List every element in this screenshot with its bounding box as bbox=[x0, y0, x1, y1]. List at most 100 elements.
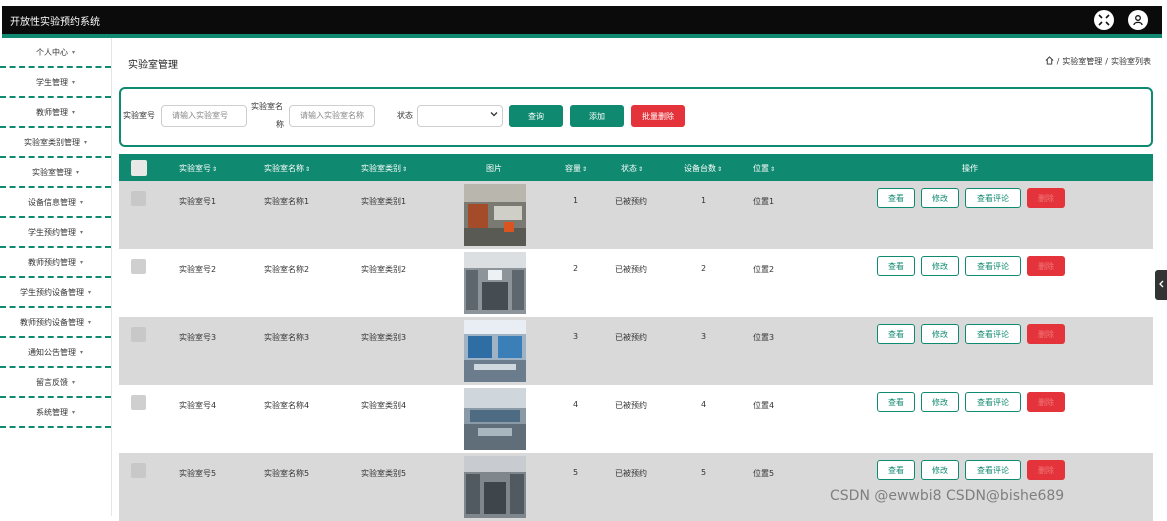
cell-capacity: 2 bbox=[573, 264, 579, 273]
lab-no-input[interactable]: 请输入实验室号 bbox=[161, 105, 247, 127]
view-button[interactable]: 查看 bbox=[877, 324, 915, 344]
sidebar: 个人中心 ▾ 学生管理 ▾ 教师管理 ▾ 实验室类别管理 ▾ 实验室管理 ▾ 设备信息管理… bbox=[0, 38, 112, 516]
edit-button[interactable]: 修改 bbox=[921, 188, 959, 208]
sidebar-item-labs[interactable]: 实验室管理 ▾ bbox=[0, 158, 111, 188]
sidebar-item-label: 学生管理 bbox=[35, 77, 68, 87]
sidebar-item-label: 通知公告管理 bbox=[27, 347, 76, 357]
delete-button[interactable]: 删除 bbox=[1027, 256, 1065, 276]
cell-category: 实验室类别3 bbox=[361, 333, 407, 342]
cell-lab-name: 实验室名称5 bbox=[264, 469, 310, 478]
cell-device-count: 2 bbox=[701, 264, 707, 273]
delete-button[interactable]: 删除 bbox=[1027, 392, 1065, 412]
sidebar-item-label: 教师预约管理 bbox=[27, 257, 76, 267]
cell-capacity: 5 bbox=[573, 468, 579, 477]
column-header-category[interactable]: 实验室类别⇕ bbox=[361, 163, 407, 174]
edit-button[interactable]: 修改 bbox=[921, 324, 959, 344]
sidebar-item-equipment[interactable]: 设备信息管理 ▾ bbox=[0, 188, 111, 218]
cell-lab-no: 实验室号4 bbox=[179, 401, 217, 410]
delete-button[interactable]: 删除 bbox=[1027, 324, 1065, 344]
column-header-location[interactable]: 位置⇕ bbox=[753, 163, 775, 174]
lab-name-label-wrap: 称 bbox=[276, 120, 284, 129]
sidebar-item-student-equipment-reservations[interactable]: 学生预约设备管理 ▾ bbox=[0, 278, 111, 308]
lab-name-input[interactable]: 请输入实验室名称 bbox=[289, 105, 375, 127]
view-button[interactable]: 查看 bbox=[877, 256, 915, 276]
view-comments-button[interactable]: 查看评论 bbox=[965, 188, 1021, 208]
cell-capacity: 4 bbox=[573, 400, 579, 409]
view-comments-button[interactable]: 查看评论 bbox=[965, 324, 1021, 344]
cell-device-count: 3 bbox=[701, 332, 707, 341]
view-comments-button[interactable]: 查看评论 bbox=[965, 256, 1021, 276]
sidebar-item-notices[interactable]: 通知公告管理 ▾ bbox=[0, 338, 111, 368]
user-icon[interactable] bbox=[1128, 10, 1148, 30]
delete-button[interactable]: 删除 bbox=[1027, 460, 1065, 480]
breadcrumb-separator: / bbox=[1056, 57, 1060, 66]
cell-capacity: 1 bbox=[573, 196, 579, 205]
view-button[interactable]: 查看 bbox=[877, 460, 915, 480]
sidebar-item-student-reservations[interactable]: 学生预约管理 ▾ bbox=[0, 218, 111, 248]
view-comments-button[interactable]: 查看评论 bbox=[965, 460, 1021, 480]
column-header-capacity[interactable]: 容量⇕ bbox=[565, 163, 587, 174]
column-header-device-count[interactable]: 设备台数⇕ bbox=[684, 163, 722, 174]
batch-delete-button[interactable]: 批量删除 bbox=[631, 105, 685, 127]
breadcrumb-lab-management[interactable]: 实验室管理 bbox=[1062, 56, 1102, 67]
home-icon[interactable] bbox=[1045, 56, 1054, 67]
row-checkbox[interactable] bbox=[131, 327, 146, 342]
row-checkbox[interactable] bbox=[131, 191, 146, 206]
page-title: 实验室管理 bbox=[128, 60, 178, 71]
fullscreen-icon[interactable] bbox=[1094, 10, 1114, 30]
lab-photo[interactable] bbox=[464, 388, 526, 450]
column-header-actions: 操作 bbox=[962, 164, 978, 173]
add-button[interactable]: 添加 bbox=[570, 105, 624, 127]
cell-status: 已被预约 bbox=[615, 401, 647, 410]
cell-status: 已被预约 bbox=[615, 469, 647, 478]
column-header-lab-no[interactable]: 实验室号⇕ bbox=[179, 163, 217, 174]
lab-photo[interactable] bbox=[464, 320, 526, 382]
row-checkbox[interactable] bbox=[131, 259, 146, 274]
cell-device-count: 1 bbox=[701, 196, 707, 205]
column-header-lab-name[interactable]: 实验室名称⇕ bbox=[264, 163, 310, 174]
lab-photo[interactable] bbox=[464, 184, 526, 246]
cell-status: 已被预约 bbox=[615, 333, 647, 342]
status-label: 状态 bbox=[397, 111, 413, 120]
cell-lab-no: 实验室号5 bbox=[179, 469, 217, 478]
table-row: 实验室号5 实验室名称5 实验室类别5 5 已被预约 5 位置5 查看 修改 查… bbox=[119, 453, 1153, 521]
sidebar-item-teacher-reservations[interactable]: 教师预约管理 ▾ bbox=[0, 248, 111, 278]
sidebar-item-teachers[interactable]: 教师管理 ▾ bbox=[0, 98, 111, 128]
view-button[interactable]: 查看 bbox=[877, 188, 915, 208]
cell-capacity: 3 bbox=[573, 332, 579, 341]
chevron-down-icon: ▾ bbox=[75, 168, 79, 176]
sidebar-item-label: 学生预约管理 bbox=[27, 227, 76, 237]
view-comments-button[interactable]: 查看评论 bbox=[965, 392, 1021, 412]
edit-button[interactable]: 修改 bbox=[921, 256, 959, 276]
sidebar-item-lab-categories[interactable]: 实验室类别管理 ▾ bbox=[0, 128, 111, 158]
cell-lab-name: 实验室名称1 bbox=[264, 197, 310, 206]
sidebar-item-personal-center[interactable]: 个人中心 ▾ bbox=[0, 38, 111, 68]
breadcrumb: / 实验室管理 / 实验室列表 bbox=[1045, 56, 1151, 67]
lab-photo[interactable] bbox=[464, 252, 526, 314]
sidebar-item-feedback[interactable]: 留言反馈 ▾ bbox=[0, 368, 111, 398]
sidebar-item-label: 设备信息管理 bbox=[27, 197, 76, 207]
delete-button[interactable]: 删除 bbox=[1027, 188, 1065, 208]
row-checkbox[interactable] bbox=[131, 463, 146, 478]
sidebar-item-label: 教师管理 bbox=[35, 107, 68, 117]
view-button[interactable]: 查看 bbox=[877, 392, 915, 412]
watermark: CSDN @ewwbi8 CSDN@bishe689 bbox=[830, 488, 1065, 504]
cell-category: 实验室类别2 bbox=[361, 265, 407, 274]
panel-collapse-tab[interactable] bbox=[1155, 270, 1167, 300]
lab-no-label: 实验室号 bbox=[123, 111, 155, 120]
chevron-down-icon: ▾ bbox=[79, 228, 83, 236]
select-all-checkbox[interactable] bbox=[131, 160, 147, 176]
lab-photo[interactable] bbox=[464, 456, 526, 518]
sidebar-item-teacher-equipment-reservations[interactable]: 教师预约设备管理 ▾ bbox=[0, 308, 111, 338]
chevron-left-icon bbox=[1158, 280, 1164, 291]
sidebar-item-system[interactable]: 系统管理 ▾ bbox=[0, 398, 111, 428]
edit-button[interactable]: 修改 bbox=[921, 460, 959, 480]
row-checkbox[interactable] bbox=[131, 395, 146, 410]
edit-button[interactable]: 修改 bbox=[921, 392, 959, 412]
sidebar-item-students[interactable]: 学生管理 ▾ bbox=[0, 68, 111, 98]
query-button[interactable]: 查询 bbox=[509, 105, 563, 127]
cell-status: 已被预约 bbox=[615, 197, 647, 206]
chevron-down-icon bbox=[490, 110, 498, 121]
status-select[interactable] bbox=[417, 105, 503, 127]
column-header-status[interactable]: 状态⇕ bbox=[621, 163, 643, 174]
